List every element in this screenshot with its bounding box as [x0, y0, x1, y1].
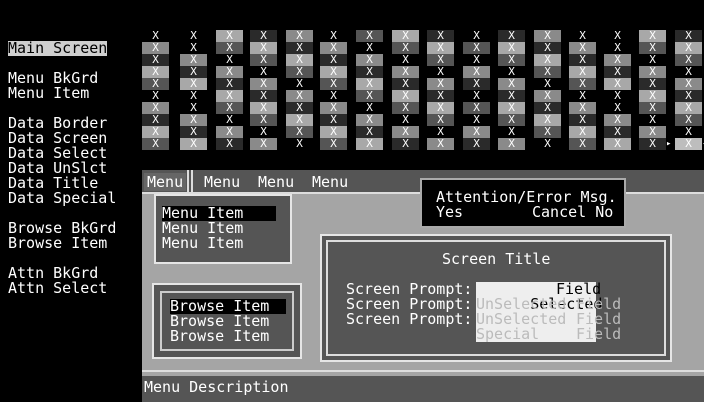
palette-cell[interactable]: X: [639, 138, 666, 150]
palette-cell[interactable]: X: [216, 138, 243, 150]
menu-bar-item[interactable]: Menu: [204, 173, 240, 191]
attention-yes[interactable]: Yes: [436, 205, 463, 220]
color-item-menu-item[interactable]: Menu Item: [8, 86, 89, 101]
preview-area: Menu Menu Menu Menu Menu Item Menu Item …: [142, 170, 704, 402]
menu-bar-item[interactable]: Menu: [312, 173, 348, 191]
palette-cell[interactable]: X: [534, 138, 561, 150]
palette-cell[interactable]: X: [604, 138, 631, 150]
color-item-attn-select[interactable]: Attn Select: [8, 281, 107, 296]
palette-cell[interactable]: X: [356, 138, 383, 150]
palette-cell[interactable]: X: [427, 138, 454, 150]
palette-cell[interactable]: X: [250, 138, 277, 150]
menu-separator: [187, 170, 189, 192]
palette-cell[interactable]: X: [463, 138, 490, 150]
dropdown-menu: Menu Item Menu Item Menu Item: [154, 194, 292, 264]
data-screen-title: Screen Title: [442, 250, 551, 268]
data-screen: Screen Title Screen Prompt: Selected Fie…: [320, 234, 672, 362]
color-item-main-screen[interactable]: Main Screen: [8, 41, 108, 56]
status-bar: Menu Description: [142, 376, 704, 402]
menu-separator: [191, 170, 193, 192]
status-divider: [142, 370, 704, 372]
palette-cell[interactable]: X: [320, 138, 347, 150]
color-palette-grid[interactable]: XXXXXXXXXXXXXXXXXXXXXXXXXXXXXXXXXXXXXXXX…: [142, 30, 704, 154]
menu-description: Menu Description: [144, 378, 289, 396]
palette-cell[interactable]: X: [392, 138, 419, 150]
selection-arrow-icon: ▸: [666, 139, 672, 149]
color-item-browse-item[interactable]: Browse Item: [8, 236, 107, 251]
palette-cell[interactable]: X: [180, 138, 207, 150]
menu-bar-item[interactable]: Menu: [258, 173, 294, 191]
palette-cell[interactable]: X: [286, 138, 313, 150]
field-label: Field: [576, 325, 622, 343]
palette-cell[interactable]: X: [675, 138, 702, 150]
browse-item[interactable]: Browse Item: [170, 329, 269, 344]
data-field-special[interactable]: Special: [476, 327, 539, 342]
attention-dialog: Attention/Error Msg. Yes Cancel No: [420, 178, 626, 228]
palette-cell[interactable]: X: [569, 138, 596, 150]
palette-cell[interactable]: X: [142, 138, 169, 150]
palette-cell[interactable]: X: [498, 138, 525, 150]
menu-bar-item[interactable]: Menu: [144, 173, 187, 191]
browse-box: Browse Item Browse Item Browse Item: [152, 283, 302, 359]
dropdown-item[interactable]: Menu Item: [162, 236, 243, 251]
screen-prompt: Screen Prompt:: [346, 310, 473, 328]
attention-cancel-no[interactable]: Cancel No: [532, 205, 613, 220]
color-item-data-special[interactable]: Data Special: [8, 191, 116, 206]
